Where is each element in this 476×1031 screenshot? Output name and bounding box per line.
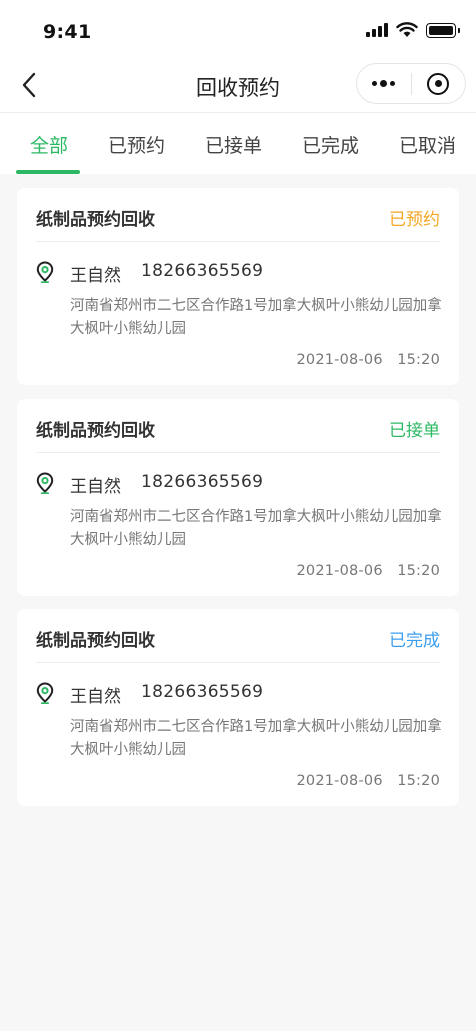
target-circle-icon [427, 72, 450, 95]
mini-program-capsule [356, 63, 466, 104]
battery-icon [426, 22, 460, 38]
order-status: 已接单 [389, 421, 440, 441]
order-status: 已预约 [389, 210, 440, 230]
order-card[interactable]: 纸制品预约回收 已完成 王自然 18266365569 河南省郑州市二七区合作路… [17, 609, 459, 806]
order-card[interactable]: 纸制品预约回收 已接单 王自然 18266365569 河南省郑州市二七区合作路… [17, 399, 459, 596]
location-pin-icon [36, 682, 54, 704]
order-address: 河南省郑州市二七区合作路1号加拿大枫叶小熊幼儿园加拿大枫叶小熊幼儿园 [70, 298, 442, 337]
order-address: 河南省郑州市二七区合作路1号加拿大枫叶小熊幼儿园加拿大枫叶小熊幼儿园 [70, 719, 442, 758]
tab-booked[interactable]: 已预约 [108, 131, 165, 158]
contact-name: 王自然 [70, 266, 121, 286]
order-title: 纸制品预约回收 [36, 210, 155, 230]
order-date: 2021-08-06 [296, 352, 383, 368]
contact-phone: 18266365569 [141, 261, 264, 281]
order-time: 15:20 [397, 352, 440, 368]
card-divider [36, 662, 440, 663]
more-button[interactable] [357, 64, 411, 103]
location-pin-icon [36, 261, 54, 283]
close-button[interactable] [412, 64, 466, 103]
status-time: 9:41 [43, 21, 92, 43]
tab-cancelled[interactable]: 已取消 [399, 131, 456, 158]
contact-phone: 18266365569 [141, 472, 264, 492]
contact-name: 王自然 [70, 477, 121, 497]
more-dots-icon [372, 80, 396, 87]
order-title: 纸制品预约回收 [36, 631, 155, 651]
tab-accepted[interactable]: 已接单 [205, 131, 262, 158]
active-tab-indicator [16, 170, 80, 174]
wifi-icon [396, 22, 418, 37]
order-card[interactable]: 纸制品预约回收 已预约 王自然 18266365569 河南省郑州市二七区合作路… [17, 188, 459, 385]
card-divider [36, 452, 440, 453]
contact-phone: 18266365569 [141, 682, 264, 702]
order-datetime: 2021-08-06 15:20 [296, 563, 440, 579]
status-icons [366, 20, 460, 40]
tab-completed[interactable]: 已完成 [302, 131, 359, 158]
tab-all[interactable]: 全部 [30, 131, 68, 158]
card-divider [36, 241, 440, 242]
order-status: 已完成 [389, 631, 440, 651]
order-time: 15:20 [397, 773, 440, 789]
status-tabs: 全部 已预约 已接单 已完成 已取消 [0, 112, 476, 174]
order-date: 2021-08-06 [296, 563, 383, 579]
order-title: 纸制品预约回收 [36, 421, 155, 441]
order-date: 2021-08-06 [296, 773, 383, 789]
order-datetime: 2021-08-06 15:20 [296, 773, 440, 789]
signal-icon [366, 23, 388, 37]
location-pin-icon [36, 472, 54, 494]
top-bar: 9:41 回收预约 [0, 0, 476, 112]
contact-name: 王自然 [70, 687, 121, 707]
order-datetime: 2021-08-06 15:20 [296, 352, 440, 368]
order-address: 河南省郑州市二七区合作路1号加拿大枫叶小熊幼儿园加拿大枫叶小熊幼儿园 [70, 509, 442, 548]
order-time: 15:20 [397, 563, 440, 579]
